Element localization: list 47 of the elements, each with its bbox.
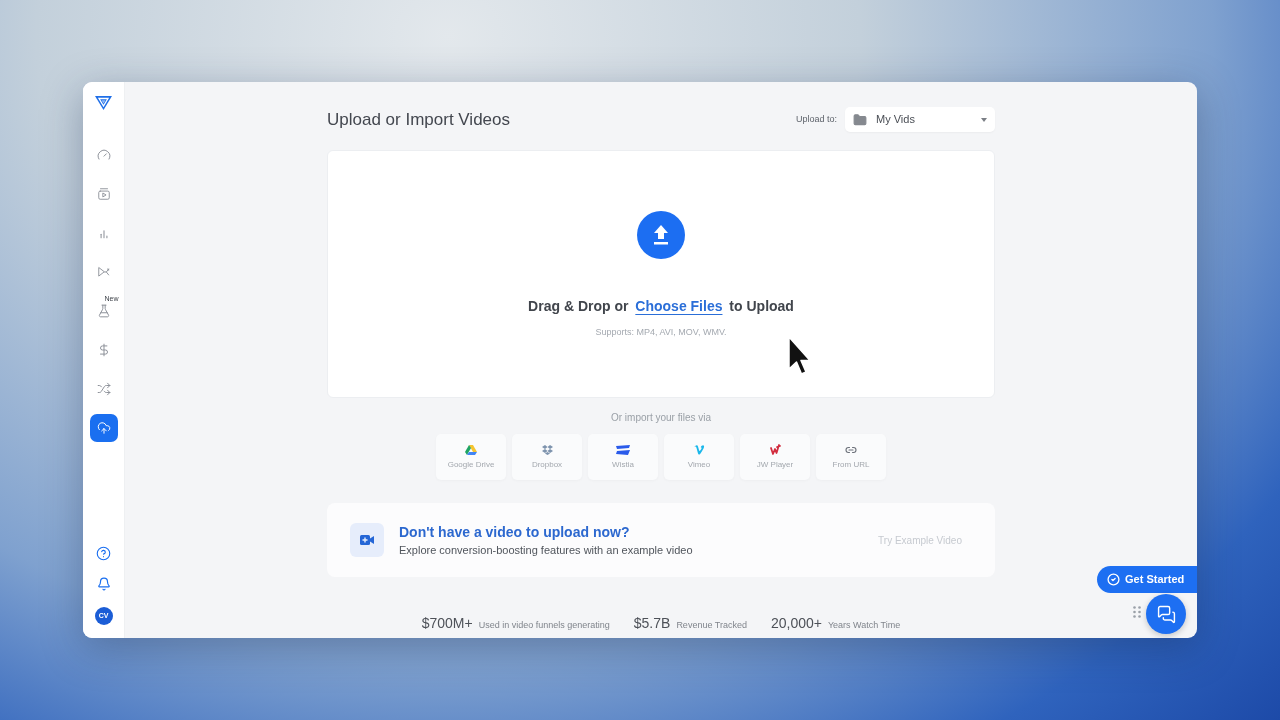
import-source-button[interactable]: Dropbox	[512, 434, 582, 480]
stat-label: Revenue Tracked	[676, 619, 747, 632]
bell-icon[interactable]	[96, 577, 111, 591]
stat-label: Years Watch Time	[827, 619, 901, 632]
folder-icon	[853, 112, 867, 127]
stat-value: 20,000+	[770, 614, 822, 633]
import-source-button[interactable]: Google Drive	[436, 434, 506, 480]
upload-prompt: Drag & Drop or Choose Files to Upload	[528, 297, 794, 316]
video-library-icon	[96, 187, 111, 201]
caret-icon	[981, 117, 987, 122]
import-source-button[interactable]: JW Player	[740, 434, 810, 480]
drag-handle-icon[interactable]	[1133, 606, 1141, 618]
chat-icon	[1156, 604, 1176, 624]
banner-subtitle: Explore conversion-boosting features with an example video	[399, 543, 694, 557]
import-source-button[interactable]: Wistia	[588, 434, 658, 480]
cloud-upload-icon	[96, 421, 111, 435]
get-started-button[interactable]: Get Started	[1097, 566, 1197, 593]
import-source-button[interactable]: From URL	[816, 434, 886, 480]
folder-select[interactable]: My Vids	[845, 107, 995, 132]
page-title: Upload or Import Videos	[327, 108, 510, 131]
choose-files-link[interactable]: Choose Files	[632, 298, 726, 314]
banner-title: Don't have a video to upload now?	[399, 523, 631, 541]
supported-formats: Supports: MP4, AVI, MOV, WMV.	[595, 326, 727, 338]
stat-value: $5.7B	[633, 614, 671, 633]
video-add-icon	[350, 523, 384, 557]
stripes-logo-icon	[616, 444, 630, 455]
upload-to-label: Upload to:	[795, 112, 837, 126]
triangle-logo-icon	[465, 444, 477, 455]
sidebar-item[interactable]	[89, 414, 118, 442]
gauge-icon	[96, 148, 111, 162]
import-label: Or import your files via	[610, 411, 712, 425]
upload-dropzone[interactable]: Drag & Drop or Choose Files to Upload Supports: MP4, AVI, MOV, WMV.	[327, 150, 995, 398]
v-logo-icon	[693, 444, 705, 455]
split-play-icon	[96, 265, 111, 279]
box-logo-icon	[541, 444, 553, 455]
stat-value: $700M+	[421, 614, 473, 633]
shuffle-icon	[96, 382, 111, 396]
scribble-logo-icon	[769, 444, 781, 455]
upload-icon[interactable]	[637, 211, 685, 259]
stat-label: Used in video funnels generating	[478, 619, 610, 632]
import-source-button[interactable]: Vimeo	[664, 434, 734, 480]
flask-icon	[96, 304, 111, 318]
mouse-pointer-icon	[788, 336, 811, 375]
check-icon	[1107, 573, 1120, 586]
help-icon[interactable]	[96, 546, 111, 561]
logo-icon[interactable]	[95, 96, 112, 110]
chat-button[interactable]	[1146, 594, 1186, 634]
